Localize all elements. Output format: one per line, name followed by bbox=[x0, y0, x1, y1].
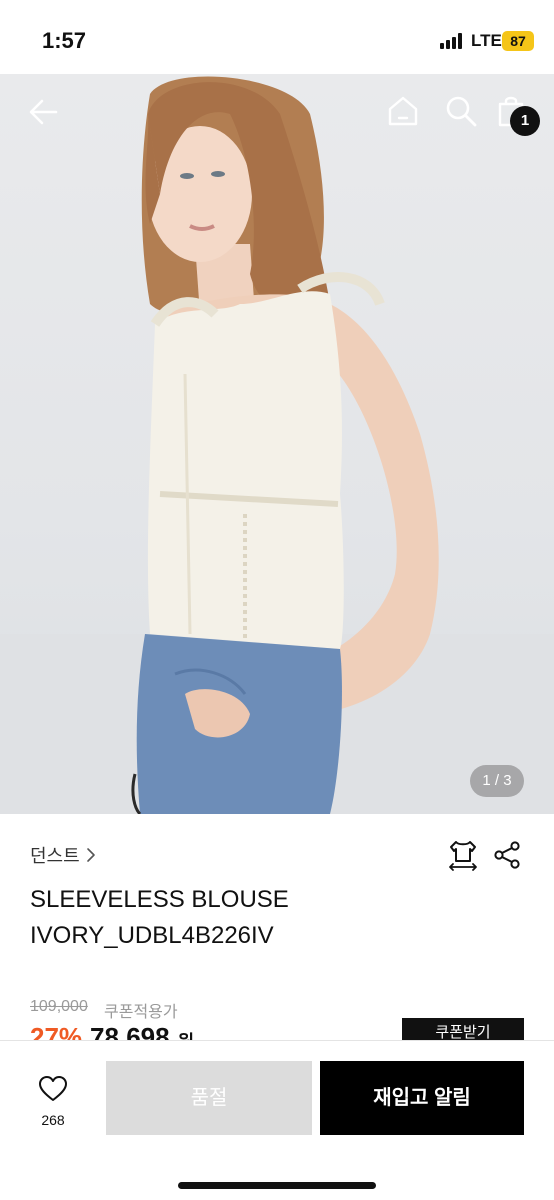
brand-name: 던스트 bbox=[30, 846, 80, 866]
signal-icon bbox=[440, 33, 466, 49]
heart-icon bbox=[39, 1076, 67, 1101]
gallery-page-indicator: 1 / 3 bbox=[470, 765, 524, 797]
arrow-left-icon bbox=[29, 99, 58, 125]
battery-badge: 87 bbox=[502, 31, 534, 51]
coupon-price-note: 쿠폰적용가 bbox=[104, 1004, 178, 1021]
product-title: SLEEVELESS BLOUSE IVORY_UDBL4B226IV bbox=[30, 882, 430, 954]
network-label: LTE bbox=[471, 31, 502, 50]
home-button[interactable] bbox=[386, 94, 420, 128]
chevron-right-icon bbox=[86, 848, 95, 862]
product-info: 던스트 SLEEVELESS BLOUSE IVORY_UDBL4B226IV … bbox=[0, 814, 554, 1046]
like-count: 268 bbox=[41, 1112, 65, 1128]
restock-alert-button[interactable]: 재입고 알림 bbox=[320, 1061, 524, 1135]
brand-link[interactable]: 던스트 bbox=[30, 842, 96, 868]
status-bar: 1:57 LTE 87 bbox=[0, 0, 554, 74]
product-title-line2: IVORY_UDBL4B226IV bbox=[30, 922, 274, 949]
share-icon bbox=[494, 841, 520, 869]
like-button[interactable]: 268 bbox=[28, 1075, 78, 1128]
status-time: 1:57 bbox=[42, 28, 87, 53]
cart-count-badge: 1 bbox=[510, 106, 540, 136]
size-guide-shirt-icon bbox=[449, 841, 477, 871]
home-indicator bbox=[178, 1182, 376, 1189]
product-title-line1: SLEEVELESS BLOUSE bbox=[30, 886, 289, 913]
original-price: 109,000 bbox=[30, 998, 88, 1015]
product-image-gallery[interactable]: 1 1 / 3 bbox=[0, 74, 554, 814]
soldout-button: 품절 bbox=[106, 1061, 312, 1135]
back-button[interactable] bbox=[26, 94, 62, 130]
size-guide-button[interactable] bbox=[446, 838, 480, 872]
product-photo bbox=[0, 76, 554, 814]
home-icon bbox=[388, 96, 418, 126]
search-button[interactable] bbox=[444, 94, 478, 128]
search-icon bbox=[446, 96, 477, 127]
share-button[interactable] bbox=[492, 840, 522, 870]
bottom-action-bar: 268 품절 재입고 알림 bbox=[0, 1040, 554, 1200]
